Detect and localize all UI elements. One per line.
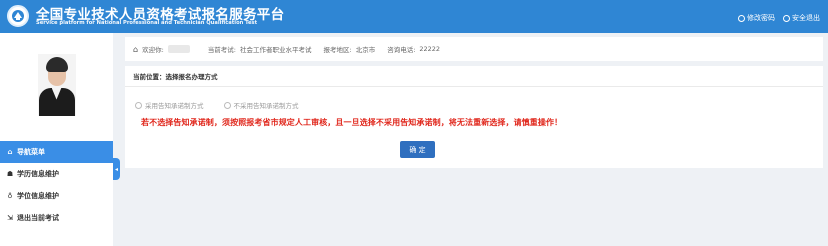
region-value: 北京市 <box>355 46 376 54</box>
exam-value: 社会工作者职业水平考试 <box>239 46 312 54</box>
sidebar-item-label: 退出当前考试 <box>17 214 59 222</box>
platform-logo <box>7 5 29 27</box>
logout-link[interactable]: 安全退出 <box>783 13 820 23</box>
sidebar-nav: ⌂ 导航菜单 ☗ 学历信息维护 ♁ 学位信息维护 ⇲ 退出当前考试 <box>0 141 113 229</box>
exit-icon: ⇲ <box>7 214 13 222</box>
phone-label: 咨询电话: <box>387 46 416 54</box>
sidebar-item-exit-exam[interactable]: ⇲ 退出当前考试 <box>0 207 113 229</box>
sidebar-item-label: 导航菜单 <box>17 148 45 156</box>
degree-icon: ♁ <box>7 192 13 200</box>
power-icon <box>783 14 790 22</box>
sidebar: ⌂ 导航菜单 ☗ 学历信息维护 ♁ 学位信息维护 ⇲ 退出当前考试 <box>0 33 113 246</box>
option-label: 不采用告知承诺制方式 <box>233 102 299 110</box>
graduation-cap-icon: ☗ <box>6 170 14 178</box>
sidebar-item-label: 学历信息维护 <box>17 170 59 178</box>
info-bar: ⌂ 欢迎你: 当前考试: 社会工作者职业水平考试 报考地区: 北京市 咨询电话:… <box>125 37 823 61</box>
user-name-redacted <box>167 45 190 53</box>
region-label: 报考地区: <box>323 46 352 54</box>
avatar <box>37 53 76 116</box>
radio-button[interactable] <box>135 101 142 109</box>
welcome-label: 欢迎你: <box>142 46 164 54</box>
phone-value: 22222 <box>419 45 441 53</box>
breadcrumb: 当前位置：选择报名办理方式 <box>125 66 823 87</box>
radio-button[interactable] <box>223 101 231 109</box>
exam-label: 当前考试: <box>207 46 236 54</box>
option-label: 采用告知承诺制方式 <box>145 102 204 110</box>
platform-subtitle: Service platform for National Profession… <box>36 20 258 26</box>
logout-label: 安全退出 <box>792 14 820 22</box>
header-bar: 全国专业技术人员资格考试报名服务平台 Service platform for … <box>0 0 828 33</box>
change-password-link[interactable]: 修改密码 <box>738 13 775 23</box>
sidebar-item-nav-menu[interactable]: ⌂ 导航菜单 <box>0 141 113 163</box>
option-commitment[interactable]: 采用告知承诺制方式 <box>135 100 204 110</box>
main-panel: 当前位置：选择报名办理方式 采用告知承诺制方式 不采用告知承诺制方式 若不选择告… <box>125 66 823 168</box>
settings-icon <box>738 14 745 22</box>
sidebar-collapse-toggle[interactable]: ◂ <box>113 158 120 180</box>
sidebar-item-degree[interactable]: ♁ 学位信息维护 <box>0 185 113 207</box>
page: 全国专业技术人员资格考试报名服务平台 Service platform for … <box>0 0 828 246</box>
sidebar-item-label: 学位信息维护 <box>17 192 59 200</box>
change-password-label: 修改密码 <box>747 14 775 22</box>
sidebar-item-education[interactable]: ☗ 学历信息维护 <box>0 163 113 185</box>
home-icon: ⌂ <box>7 148 13 156</box>
confirm-button[interactable]: 确 定 <box>400 141 435 158</box>
option-no-commitment[interactable]: 不采用告知承诺制方式 <box>223 100 299 110</box>
home-icon: ⌂ <box>133 44 139 54</box>
method-options: 采用告知承诺制方式 不采用告知承诺制方式 <box>135 100 299 110</box>
warning-text: 若不选择告知承诺制，须按照报考省市规定人工审核，且一旦选择不采用告知承诺制，将无… <box>141 118 563 127</box>
chevron-left-icon: ◂ <box>114 165 118 173</box>
